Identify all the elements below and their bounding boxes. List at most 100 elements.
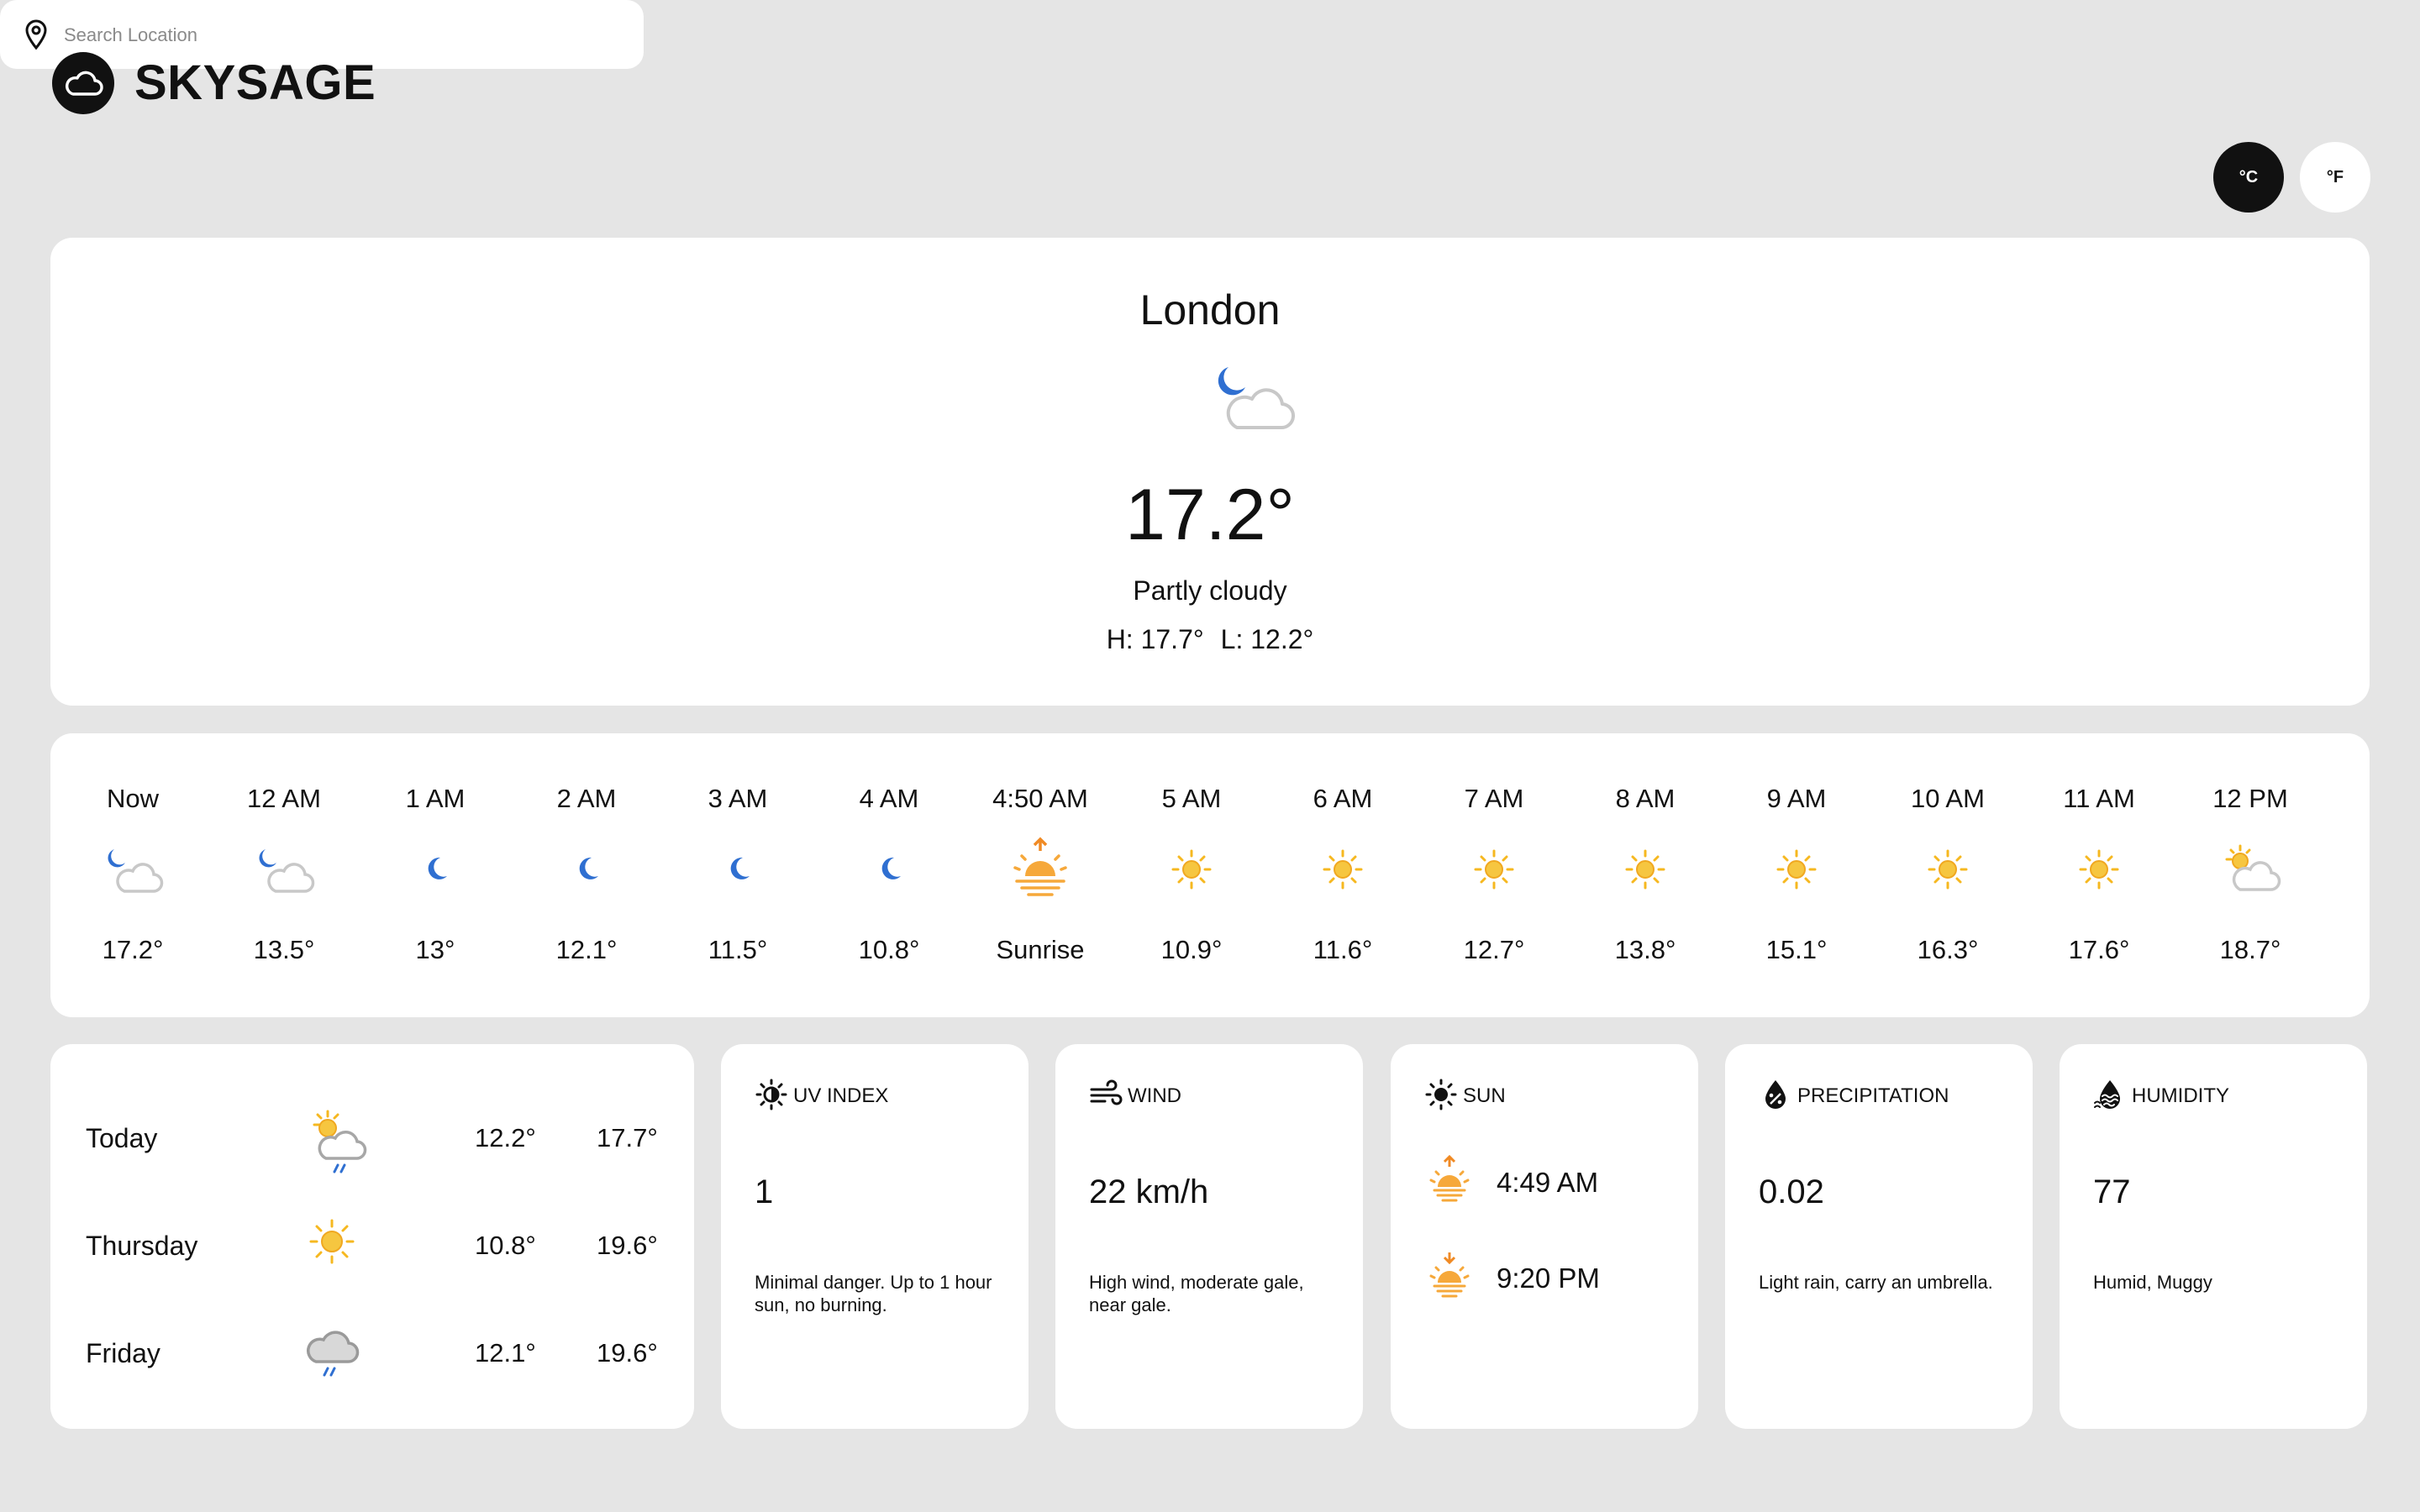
celsius-toggle-button[interactable]: °C [2213, 142, 2284, 213]
search-input[interactable] [62, 17, 620, 54]
droplet-percent-icon [1765, 1080, 1786, 1109]
logo [52, 52, 114, 114]
uv-index-description: Minimal danger. Up to 1 hour sun, no bur… [755, 1272, 992, 1315]
partly-cloudy-night-icon [259, 849, 315, 893]
forecast-high: 19.6° [597, 1338, 658, 1368]
app-title: SKYSAGE [134, 55, 376, 110]
sun-icon [1928, 849, 1968, 890]
wind-description: High wind, moderate gale, near gale. [1089, 1272, 1304, 1315]
humidity-icon [2094, 1080, 2120, 1109]
hourly-value: 12.1° [555, 935, 618, 964]
location-pin-icon [25, 19, 47, 50]
cloud-rain-icon [307, 1331, 360, 1377]
hourly-item: Now 17.2° [57, 733, 208, 1017]
humidity-value: 77 [2093, 1173, 2131, 1210]
uv-index-label: UV INDEX [793, 1084, 889, 1107]
precipitation-card: PRECIPITATION 0.02 Light rain, carry an … [1725, 1044, 2033, 1429]
daily-forecast: Today 12.2° 17.7° Thursday 10.8° 19.6° F… [50, 1044, 694, 1429]
sun-card: SUN 4:49 AM 9:20 PM [1391, 1044, 1698, 1429]
cloud-logo-icon [65, 71, 103, 96]
high-low: H: 17.7° L: 12.2° [50, 622, 2370, 656]
hourly-value: 12.7° [1463, 935, 1525, 964]
sun-label: SUN [1463, 1084, 1506, 1107]
hourly-item: 2 AM 12.1° [511, 733, 662, 1017]
sunrise-row: 4:49 AM [1424, 1155, 1676, 1209]
partly-cloudy-night-icon [1218, 367, 1296, 430]
hourly-time: 3 AM [708, 784, 768, 813]
uv-sun-icon [755, 1079, 787, 1110]
uv-index-value: 1 [755, 1173, 774, 1210]
hourly-item: 8 AM 13.8° [1570, 733, 1721, 1017]
hourly-time: 2 AM [556, 784, 617, 813]
humidity-description: Humid, Muggy [2093, 1272, 2212, 1293]
hourly-item: 4 AM 10.8° [813, 733, 965, 1017]
forecast-row-thursday: Thursday 10.8° 19.6° [50, 1212, 694, 1279]
forecast-day: Thursday [86, 1231, 198, 1261]
hourly-item: 1 AM 13° [360, 733, 511, 1017]
hourly-item: 5 AM 10.9° [1116, 733, 1267, 1017]
sun-icon [1323, 849, 1363, 890]
precipitation-label: PRECIPITATION [1797, 1084, 1949, 1107]
moon-icon [881, 857, 901, 879]
hourly-time: 1 AM [405, 784, 466, 813]
hourly-value: 16.3° [1917, 935, 1979, 964]
hourly-item: 12 AM 13.5° [208, 733, 360, 1017]
forecast-high: 17.7° [597, 1123, 658, 1152]
hourly-value: 10.9° [1160, 935, 1223, 964]
uv-index-card: UV INDEX 1 Minimal danger. Up to 1 hour … [721, 1044, 1028, 1429]
wind-label: WIND [1128, 1084, 1181, 1107]
humidity-label: HUMIDITY [2132, 1084, 2229, 1107]
hourly-time: 9 AM [1766, 784, 1827, 813]
wind-icon [1090, 1079, 1123, 1105]
forecast-day: Today [86, 1123, 158, 1153]
moon-icon [428, 857, 447, 879]
forecast-low: 12.2° [475, 1123, 536, 1152]
hourly-value: 11.6° [1313, 935, 1373, 964]
sun-icon [1425, 1079, 1457, 1110]
sun-icon [1171, 849, 1212, 890]
sunrise-icon [1429, 1155, 1470, 1202]
humidity-card: HUMIDITY 77 Humid, Muggy [2060, 1044, 2367, 1429]
moon-icon [579, 857, 598, 879]
hourly-value: 15.1° [1765, 935, 1828, 964]
hourly-time: 4:50 AM [992, 784, 1088, 813]
hourly-time: 5 AM [1161, 784, 1222, 813]
hourly-time: 12 PM [2212, 784, 2288, 813]
sunset-time: 9:20 PM [1497, 1263, 1600, 1294]
hourly-time: 11 AM [2063, 784, 2135, 813]
sunset-icon [1429, 1252, 1470, 1298]
hourly-item: 7 AM 12.7° [1418, 733, 1570, 1017]
hourly-time: 7 AM [1464, 784, 1524, 813]
hourly-item: 3 AM 11.5° [662, 733, 813, 1017]
hourly-time: 12 AM [247, 784, 321, 813]
forecast-low: 10.8° [475, 1231, 536, 1260]
forecast-low: 12.1° [475, 1338, 536, 1368]
hourly-value: 13° [415, 935, 455, 964]
sun-icon [1776, 849, 1817, 890]
hourly-time: Now [106, 784, 159, 813]
high-temp: H: 17.7° [1106, 624, 1204, 654]
sun-icon [1625, 849, 1665, 890]
hourly-time: 4 AM [859, 784, 919, 813]
city-name: London [1139, 286, 1281, 333]
current-condition: Partly cloudy [1133, 575, 1287, 606]
wind-value: 22 km/h [1089, 1173, 1209, 1210]
sunset-row: 9:20 PM [1424, 1251, 1676, 1305]
sunrise-time: 4:49 AM [1497, 1167, 1599, 1198]
hourly-value: 11.5° [708, 935, 768, 964]
hourly-item: 10 AM 16.3° [1872, 733, 2023, 1017]
hourly-value: 10.8° [858, 935, 920, 964]
forecast-high: 19.6° [597, 1231, 658, 1260]
hourly-value: 18.7° [2219, 935, 2281, 964]
current-temperature: 17.2° [1125, 475, 1295, 555]
fahrenheit-toggle-button[interactable]: °F [2300, 142, 2370, 213]
moon-icon [730, 857, 750, 879]
current-weather-card: London 17.2° Partly cloudy H: 17.7° L: 12… [50, 238, 2370, 706]
hourly-value: 13.5° [253, 935, 315, 964]
partly-cloudy-night-icon [108, 849, 164, 893]
sunrise-icon [1013, 837, 1067, 896]
forecast-day: Friday [86, 1338, 160, 1368]
partly-cloudy-rain-icon [313, 1110, 367, 1173]
hourly-time: 10 AM [1911, 784, 1985, 813]
hourly-time: 6 AM [1313, 784, 1373, 813]
